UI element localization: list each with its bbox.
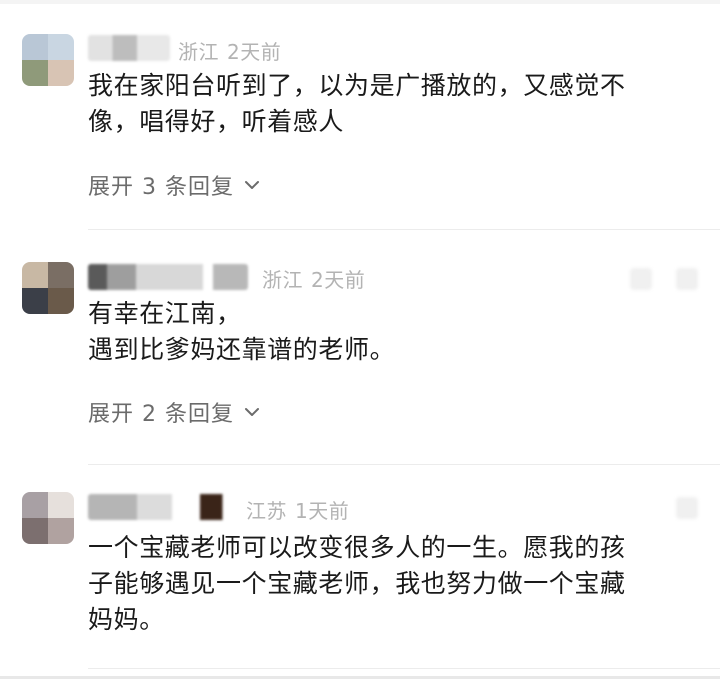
comment-meta: 浙江 2天前 [262,264,365,293]
expand-replies-label: 展开 3 条回复 [88,175,234,200]
comment-meta: 江苏 1天前 [246,495,349,524]
top-edge [0,0,720,4]
timestamp: 1天前 [295,499,350,523]
username-blurred[interactable] [88,264,248,290]
comment-list: 浙江 2天前 我在家阳台听到了，以为是广播放的，又感觉不 像，唱得好，听着感人 展… [0,0,720,679]
location-label: 江苏 [246,499,287,523]
like-icon[interactable] [676,268,698,290]
comment-meta: 浙江 2天前 [178,36,281,65]
user-avatar[interactable] [22,492,74,544]
location-label: 浙江 [178,40,219,64]
username-blurred[interactable] [88,494,228,520]
expand-replies-button[interactable]: 展开 3 条回复 [88,169,260,201]
location-label: 浙江 [262,268,303,292]
chevron-down-icon [244,408,259,416]
username-blurred[interactable] [88,35,170,61]
more-options-icon[interactable] [630,268,652,290]
chevron-down-icon [244,181,259,189]
expand-replies-button[interactable]: 展开 2 条回复 [88,396,260,428]
comment-text: 有幸在江南， 遇到比爹妈还靠谱的老师。 [88,299,396,364]
timestamp: 2天前 [311,268,366,292]
user-avatar[interactable] [22,34,74,86]
expand-replies-label: 展开 2 条回复 [88,402,234,427]
divider [88,464,720,465]
comment-text: 一个宝藏老师可以改变很多人的一生。愿我的孩 子能够遇见一个宝藏老师，我也努力做一… [88,533,626,634]
like-icon[interactable] [676,497,698,519]
user-avatar[interactable] [22,262,74,314]
divider [88,668,720,669]
timestamp: 2天前 [227,40,282,64]
divider [88,229,720,230]
comment-text: 我在家阳台听到了，以为是广播放的，又感觉不 像，唱得好，听着感人 [88,71,626,136]
